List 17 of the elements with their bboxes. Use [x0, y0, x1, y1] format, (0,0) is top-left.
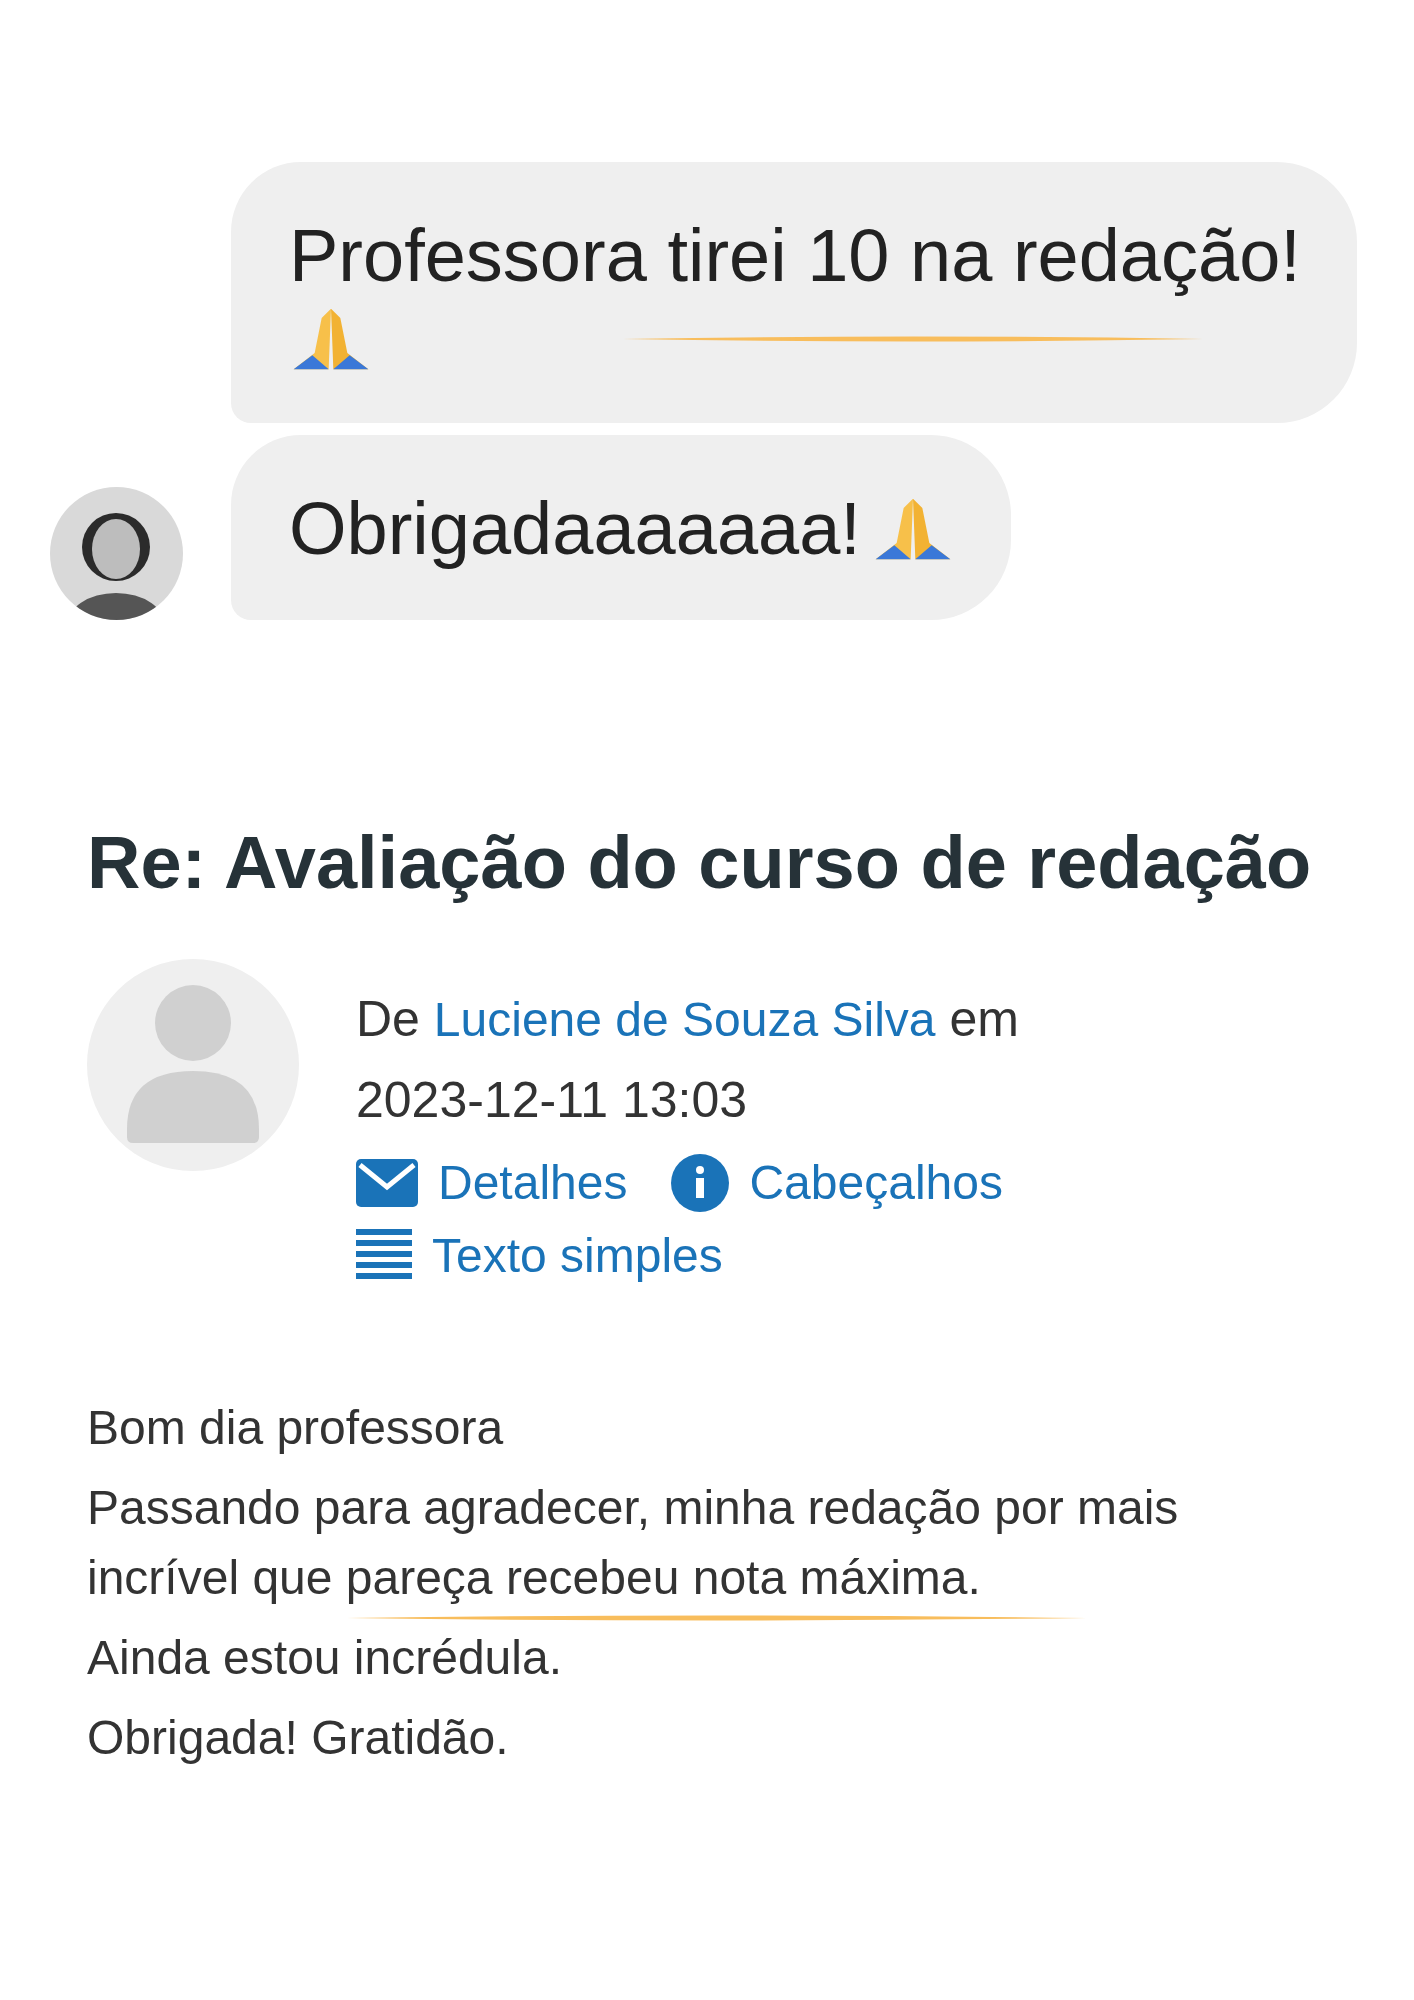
post-date: 2023-12-11 13:03: [356, 1070, 749, 1130]
body-text: Passando para agradecer, minha redação por mais incrível que pareça recebeu nota máxima.: [87, 1479, 1180, 1606]
body-text: Obrigada! Gratidão.: [87, 1709, 510, 1766]
message-text: Obrigadaaaaaaa!: [289, 485, 861, 572]
body-text: Ainda estou incrédula.: [87, 1629, 563, 1686]
author-line: De Luciene de Souza Silva em: [356, 978, 1056, 1060]
message-text: Professora tirei 10 na redação!: [289, 213, 1301, 299]
action-link[interactable]: Cabeçalhos: [671, 1153, 1003, 1212]
post-title: Re: Avaliação do curso de redação: [87, 819, 1313, 905]
body-text: Bom dia professora: [87, 1399, 505, 1456]
list-icon: [356, 1229, 412, 1282]
action-link[interactable]: Detalhes: [356, 1153, 628, 1212]
author-link[interactable]: Luciene de Souza Silva: [433, 979, 936, 1060]
info-icon: [671, 1153, 730, 1212]
envelope-icon: [356, 1158, 418, 1207]
user-avatar-icon: [87, 958, 300, 1172]
action-link[interactable]: Texto simples: [356, 1227, 723, 1283]
